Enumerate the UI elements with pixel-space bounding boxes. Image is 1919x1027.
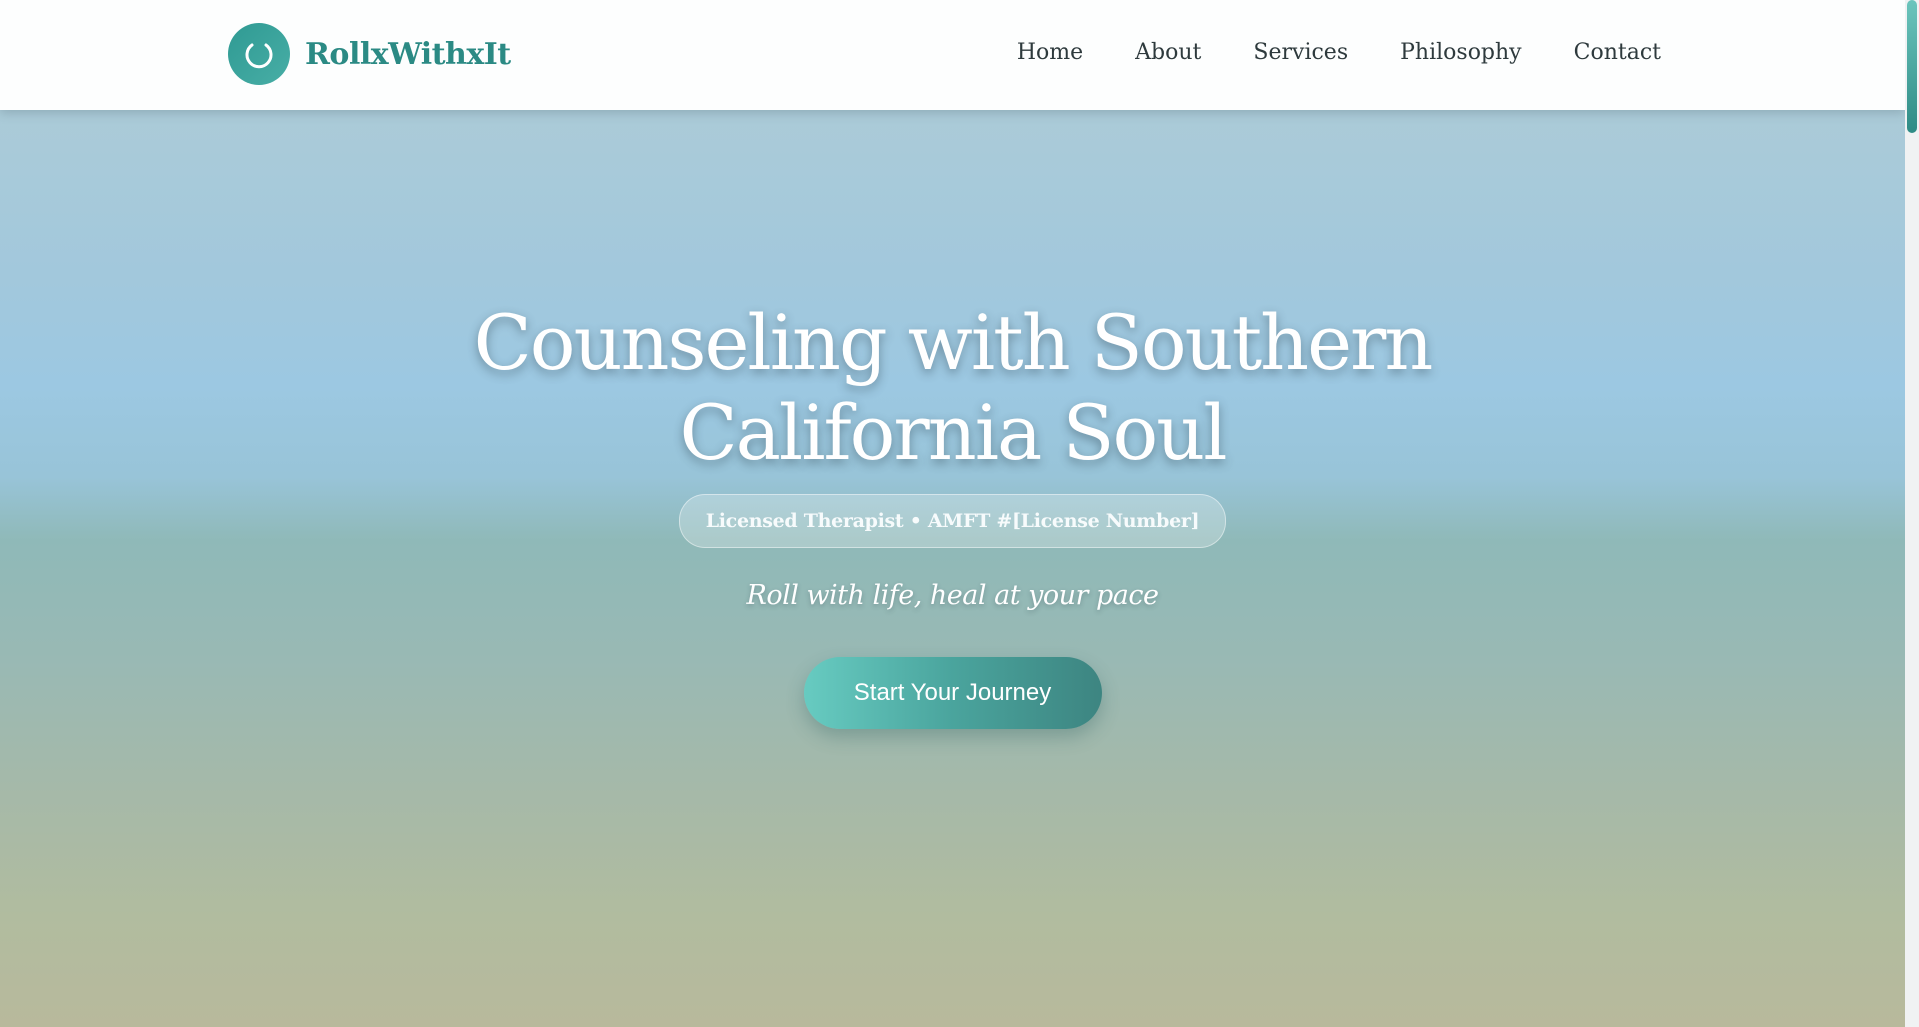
license-badge-wrap: Licensed Therapist • AMFT #[License Numb…	[0, 494, 1905, 548]
nav-contact[interactable]: Contact	[1574, 38, 1661, 68]
nav-services[interactable]: Services	[1253, 38, 1348, 68]
page: RollxWithxIt Home About Services Philoso…	[0, 0, 1905, 1027]
license-badge: Licensed Therapist • AMFT #[License Numb…	[678, 494, 1227, 548]
spinner-circle-icon	[245, 43, 273, 69]
nav-about[interactable]: About	[1135, 38, 1201, 68]
hero-title-line-1: Counseling with Southern	[473, 298, 1434, 387]
main-nav: Home About Services Philosophy Contact	[1017, 38, 1661, 68]
nav-home[interactable]: Home	[1017, 38, 1083, 68]
logo	[228, 23, 290, 85]
hero-title-line-2: California Soul	[679, 388, 1227, 477]
scrollbar-thumb[interactable]	[1907, 0, 1917, 133]
start-journey-button[interactable]: Start Your Journey	[803, 657, 1102, 729]
hero-title: Counseling with Southern California Soul	[0, 298, 1905, 478]
hero-section: Counseling with Southern California Soul…	[0, 110, 1905, 1027]
brand-name: RollxWithxIt	[305, 36, 511, 72]
page-scrollbar[interactable]	[1905, 0, 1919, 1027]
hero-tagline: Roll with life, heal at your pace	[746, 580, 1160, 611]
cta-wrap: Start Your Journey	[0, 657, 1905, 729]
site-header: RollxWithxIt Home About Services Philoso…	[0, 0, 1905, 110]
nav-philosophy[interactable]: Philosophy	[1400, 38, 1522, 68]
brand-link[interactable]: RollxWithxIt	[228, 23, 511, 85]
